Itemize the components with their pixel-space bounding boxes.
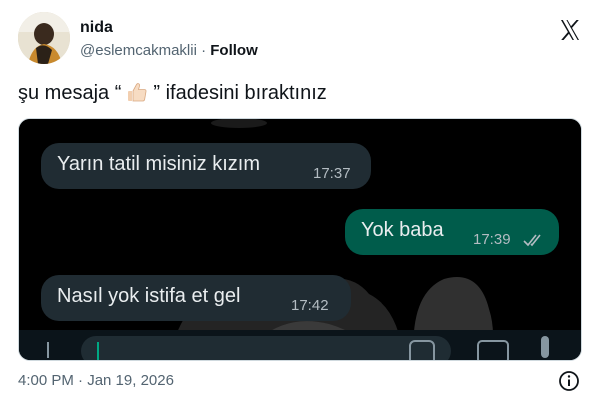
separator: · bbox=[196, 42, 211, 59]
x-logo-icon[interactable] bbox=[558, 18, 582, 42]
message-time: 17:39 bbox=[473, 231, 511, 248]
info-icon[interactable] bbox=[558, 370, 580, 392]
avatar-image bbox=[18, 12, 70, 64]
avatar[interactable] bbox=[18, 12, 70, 64]
chat-composer-bar bbox=[19, 330, 581, 360]
message-text: Yok baba bbox=[361, 219, 444, 241]
message-text: Yarın tatil misiniz kızım bbox=[57, 153, 260, 175]
tweet-text-after: ” ifadesini bıraktınız bbox=[153, 82, 327, 104]
message-bubble-incoming-1[interactable]: Yarın tatil misiniz kızım 17:37 bbox=[41, 143, 371, 189]
add-icon[interactable] bbox=[47, 342, 49, 358]
tweet-text-before: şu mesaja “ bbox=[18, 82, 122, 104]
double-check-icon bbox=[523, 234, 541, 247]
camera-icon[interactable] bbox=[477, 340, 509, 360]
chat-screenshot-media[interactable]: Yarın tatil misiniz kızım 17:37 Yok baba… bbox=[18, 118, 582, 361]
author-handle[interactable]: @eslemcakmaklii bbox=[80, 42, 197, 59]
message-bubble-incoming-2[interactable]: Nasıl yok istifa et gel 17:42 bbox=[41, 275, 351, 321]
message-input[interactable] bbox=[81, 336, 451, 360]
message-bubble-outgoing-1[interactable]: Yok baba 17:39 bbox=[345, 209, 559, 255]
text-cursor bbox=[97, 342, 99, 360]
message-text: Nasıl yok istifa et gel bbox=[57, 285, 241, 307]
author-handle-row: @eslemcakmaklii · Follow bbox=[80, 42, 258, 59]
microphone-icon[interactable] bbox=[541, 336, 549, 358]
tweet-text: şu mesaja “ ” ifadesini bıraktınız bbox=[18, 80, 327, 105]
follow-button[interactable]: Follow bbox=[210, 42, 258, 59]
tweet-timestamp[interactable]: 4:00 PM · Jan 19, 2026 bbox=[18, 372, 174, 389]
tweet-header: nida @eslemcakmaklii · Follow bbox=[18, 12, 588, 68]
sticker-icon[interactable] bbox=[409, 340, 435, 360]
thumbs-up-emoji-icon bbox=[128, 83, 147, 102]
message-time: 17:37 bbox=[313, 165, 351, 182]
author-name[interactable]: nida bbox=[80, 19, 113, 37]
message-time: 17:42 bbox=[291, 297, 329, 314]
